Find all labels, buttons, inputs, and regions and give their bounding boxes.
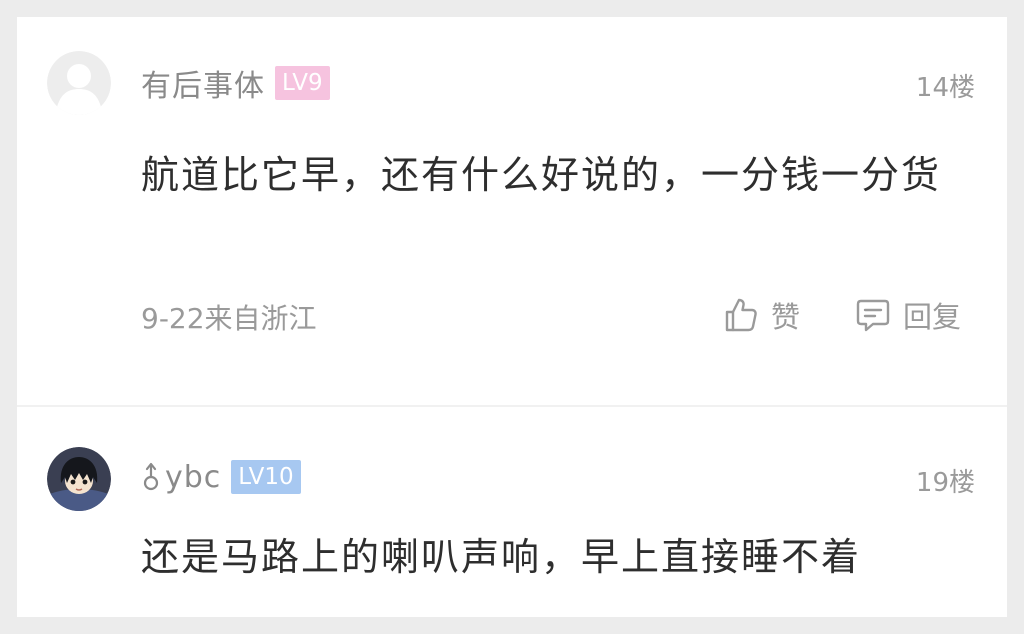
reply-button[interactable]: 回复 [853, 293, 961, 337]
floor-number: 14楼 [915, 73, 975, 103]
comment-header: ybc LV10 [141, 457, 301, 497]
username[interactable]: 有后事体 [141, 61, 265, 105]
level-badge: LV10 [231, 460, 301, 494]
thumbs-up-icon [725, 298, 757, 332]
floor-number: 19楼 [915, 468, 975, 498]
comment-text: 还是马路上的喇叭声响，早上直接睡不着 [141, 535, 862, 579]
anime-avatar-icon [47, 447, 111, 511]
like-button[interactable]: 赞 [721, 293, 800, 337]
male-gender-icon [143, 462, 159, 491]
default-avatar-icon [47, 51, 111, 115]
like-label: 赞 [771, 300, 801, 334]
reply-label: 回复 [903, 300, 962, 334]
comment-list: 有后事体 LV9 14楼 航道比它早，还有什么好说的，一分钱一分货 9-22来自… [17, 17, 1007, 617]
comment-text: 航道比它早，还有什么好说的，一分钱一分货 [141, 153, 942, 197]
comment-icon [856, 299, 890, 332]
comment-item[interactable]: ybc LV10 19楼 还是马路上的喇叭声响，早上直接睡不着 [17, 407, 1007, 617]
comment-meta: 9-22来自浙江 [141, 302, 317, 335]
level-badge: LV9 [275, 66, 330, 100]
avatar[interactable] [47, 447, 111, 511]
username[interactable]: ybc [165, 460, 221, 495]
comment-item[interactable]: 有后事体 LV9 14楼 航道比它早，还有什么好说的，一分钱一分货 9-22来自… [17, 17, 1007, 405]
avatar[interactable] [47, 51, 111, 115]
comment-header: 有后事体 LV9 [141, 61, 330, 105]
